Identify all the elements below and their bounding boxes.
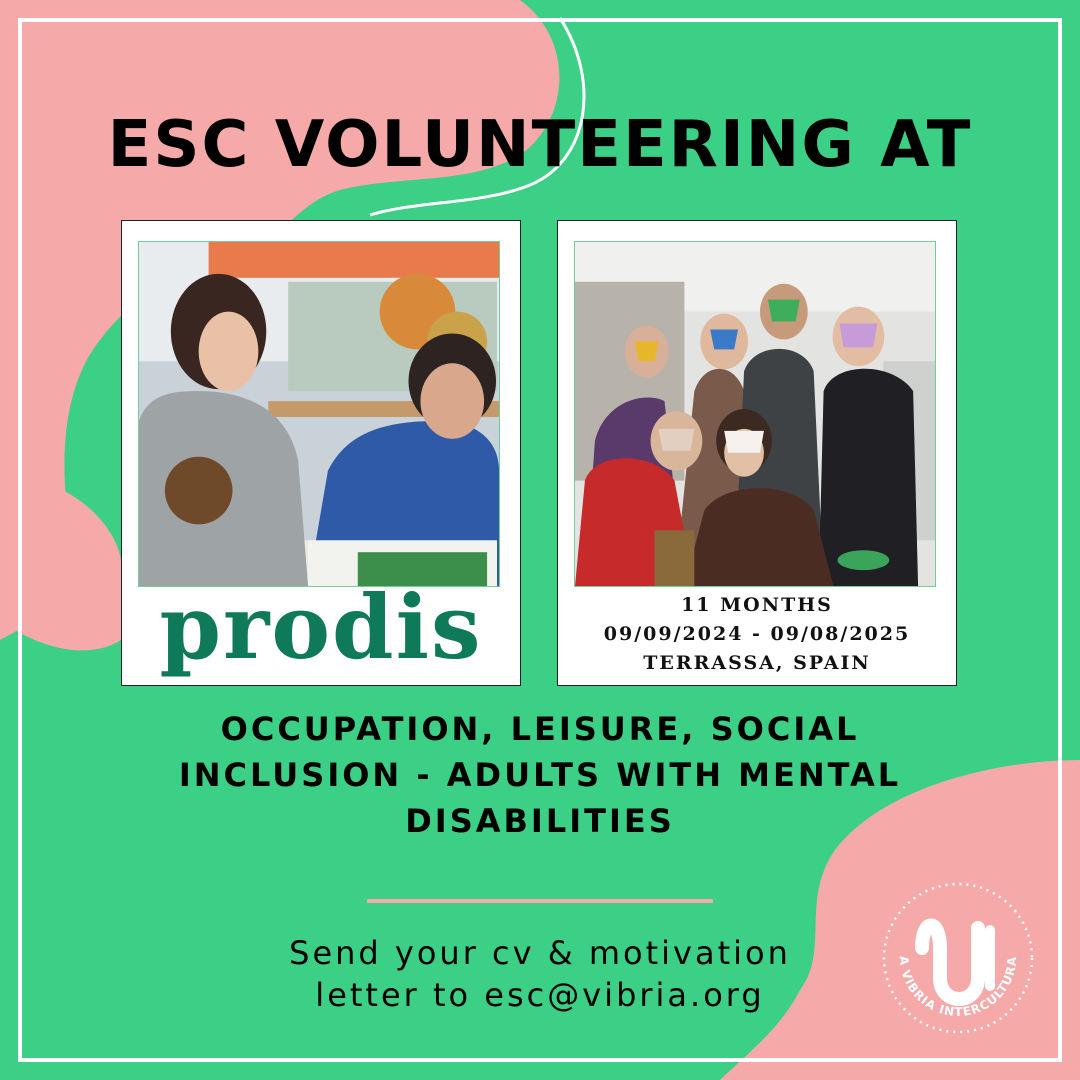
duration-text: 11 MONTHS [681,594,833,616]
poster: ESC VOLUNTEERING AT prodis 11 MONTHS 09/… [0,0,1080,1080]
right-photo-card: 11 MONTHS 09/09/2024 - 09/08/2025 TERRAS… [557,220,957,686]
placement-details: 11 MONTHS 09/09/2024 - 09/08/2025 TERRAS… [558,591,956,678]
cta-line-2: letter to esc@vibria.org [315,976,765,1014]
photo-group-masks [574,241,936,587]
location-text: TERRASSA, SPAIN [643,652,871,674]
project-description: OCCUPATION, LEISURE, SOCIAL INCLUSION - … [90,706,990,844]
description-line-3: DISABILITIES [405,802,675,840]
call-to-action: Send your cv & motivation letter to esc@… [140,932,940,1016]
vibria-logo-icon: LA VIBRIA INTERCULTURAL [878,878,1034,1034]
page-title: ESC VOLUNTEERING AT [107,108,973,182]
divider-line [367,899,713,903]
description-line-2: INCLUSION - ADULTS WITH MENTAL [178,756,902,794]
cta-line-1: Send your cv & motivation [289,934,791,972]
dates-text: 09/09/2024 - 09/08/2025 [603,623,911,645]
photo-volunteers-reading [138,241,500,587]
prodis-logo: prodis [159,577,483,677]
left-photo-card: prodis [121,220,521,686]
description-line-1: OCCUPATION, LEISURE, SOCIAL [220,710,860,748]
